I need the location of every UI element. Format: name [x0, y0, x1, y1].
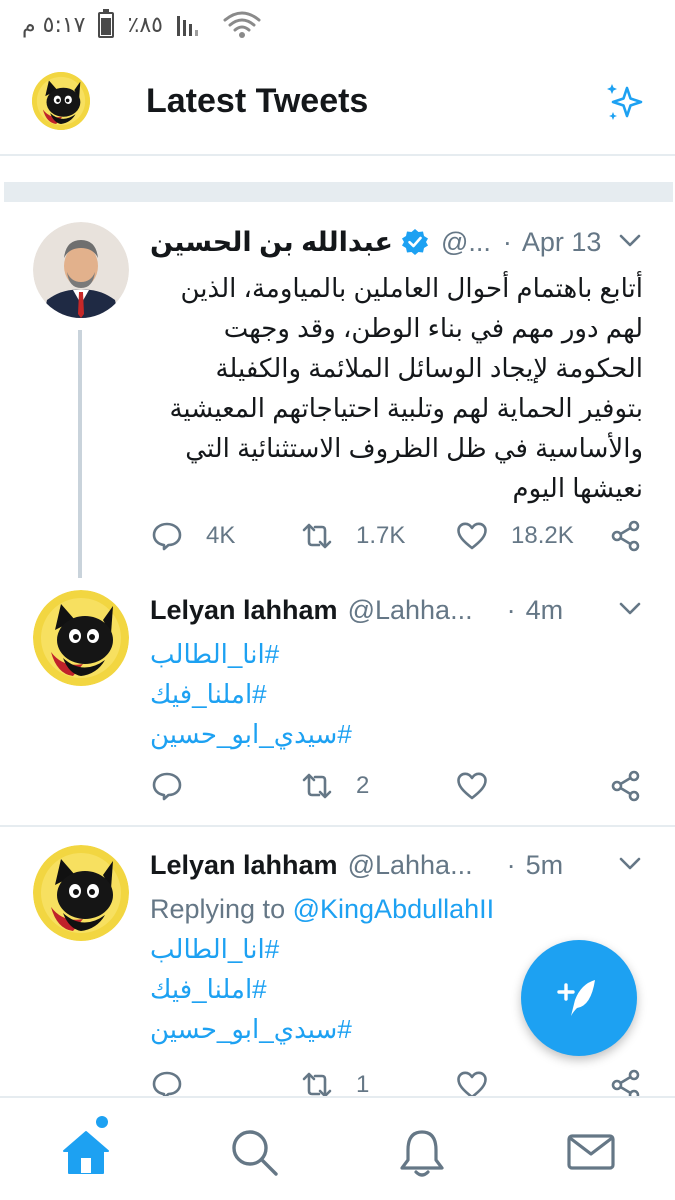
replying-mention[interactable]: @KingAbdullahII: [293, 894, 495, 924]
tweet-divider: [0, 825, 675, 827]
retweet-icon: [300, 769, 334, 803]
separator-dot: ·: [502, 226, 512, 257]
share-icon: [609, 519, 643, 553]
like-icon: [455, 519, 489, 553]
thread-line: [78, 330, 82, 578]
section-separator: [4, 182, 673, 202]
retweet-count: 1.7K: [356, 522, 406, 549]
tweet-author-handle[interactable]: @Lahha...: [348, 595, 473, 626]
reply-icon: [150, 519, 184, 553]
nav-messages[interactable]: [563, 1124, 619, 1180]
tweet-actions: 2: [150, 764, 645, 808]
tweet-header: Lelyan lahham @Lahha... · 4m: [150, 590, 645, 630]
tweet-header: عبدالله بن الحسين @... · Apr 13: [150, 222, 645, 262]
tweet-header: Lelyan lahham @Lahha... · 5m: [150, 845, 645, 885]
signal-icon: [175, 12, 209, 38]
tweet-author-name[interactable]: Lelyan lahham: [150, 850, 338, 881]
battery-icon: [97, 9, 114, 38]
status-time: ٥:١٧ م: [22, 12, 86, 38]
tweet-author-handle[interactable]: @Lahha...: [348, 850, 473, 881]
share-icon: [609, 769, 643, 803]
retweet-button[interactable]: 1.7K: [300, 514, 405, 558]
tweet-author-name[interactable]: عبدالله بن الحسين: [150, 227, 393, 258]
nav-search[interactable]: [226, 1124, 282, 1180]
tweet-timestamp: Apr 13: [521, 226, 602, 257]
hashtag[interactable]: #سيدي_ابو_حسين: [150, 714, 352, 754]
tweet-text: #انا_الطالب #املنا_فيك #سيدي_ابو_حسين: [150, 634, 643, 754]
compose-tweet-button[interactable]: [521, 940, 637, 1056]
tweet-author-avatar[interactable]: [33, 590, 129, 686]
reply-button[interactable]: 4K: [150, 514, 235, 558]
page-title: Latest Tweets: [146, 82, 369, 120]
hashtag[interactable]: #انا_الطالب: [150, 929, 279, 969]
tweet-timestamp: 4m: [525, 594, 564, 625]
wifi-icon: [221, 10, 263, 40]
verified-badge-icon: [401, 229, 428, 255]
hashtag[interactable]: #سيدي_ابو_حسين: [150, 1009, 352, 1049]
hashtag[interactable]: #انا_الطالب: [150, 634, 279, 674]
messages-icon: [567, 1134, 615, 1170]
hashtag[interactable]: #املنا_فيك: [150, 674, 267, 714]
tweet-1[interactable]: عبدالله بن الحسين @... · Apr 13 أتابع با…: [0, 222, 675, 577]
profile-avatar[interactable]: [32, 72, 90, 130]
share-button[interactable]: [609, 514, 643, 558]
tweet-author-avatar[interactable]: [33, 222, 129, 318]
tweet-timestamp: 5m: [525, 849, 564, 880]
tweet-author-name[interactable]: Lelyan lahham: [150, 595, 338, 626]
like-icon: [455, 769, 489, 803]
tweet-text: أتابع باهتمام أحوال العاملين بالمياومة، …: [169, 273, 643, 503]
hashtag[interactable]: #املنا_فيك: [150, 969, 267, 1009]
nav-home[interactable]: [58, 1124, 114, 1180]
retweet-count: 1: [356, 1071, 370, 1098]
like-button[interactable]: [455, 764, 489, 808]
bottom-nav: [0, 1096, 675, 1200]
like-count: 18.2K: [511, 522, 574, 549]
notifications-icon: [400, 1130, 444, 1177]
chevron-down-icon[interactable]: [619, 602, 641, 616]
unread-dot: [96, 1116, 108, 1128]
reply-icon: [150, 769, 184, 803]
tweet-author-handle[interactable]: @...: [441, 227, 491, 258]
like-button[interactable]: 18.2K: [455, 514, 574, 558]
chevron-down-icon[interactable]: [619, 857, 641, 871]
battery-percent: ٪٨٥: [127, 12, 163, 38]
compose-tweet-icon: [557, 980, 595, 1016]
separator-dot: ·: [506, 849, 516, 880]
home-icon: [63, 1131, 109, 1174]
replying-to: Replying to @KingAbdullahII: [150, 889, 643, 929]
share-button[interactable]: [609, 764, 643, 808]
retweet-count: 2: [356, 772, 370, 799]
replying-prefix: Replying to: [150, 894, 286, 924]
sparkle-icon[interactable]: [603, 80, 647, 124]
retweet-icon: [300, 519, 334, 553]
tweet-author-avatar[interactable]: [33, 845, 129, 941]
reply-count: 4K: [206, 522, 236, 549]
reply-button[interactable]: [150, 764, 184, 808]
search-icon: [232, 1130, 278, 1176]
app-header: Latest Tweets: [0, 50, 675, 156]
chevron-down-icon[interactable]: [619, 234, 641, 248]
retweet-button[interactable]: 2: [300, 764, 369, 808]
nav-notifications[interactable]: [394, 1124, 450, 1180]
status-bar: ٥:١٧ م ٪٨٥: [0, 0, 675, 50]
tweet-2[interactable]: Lelyan lahham @Lahha... · 4m #انا_الطالب…: [0, 590, 675, 815]
separator-dot: ·: [506, 594, 516, 625]
tweet-actions: 4K 1.7K 18.2K: [150, 514, 645, 558]
